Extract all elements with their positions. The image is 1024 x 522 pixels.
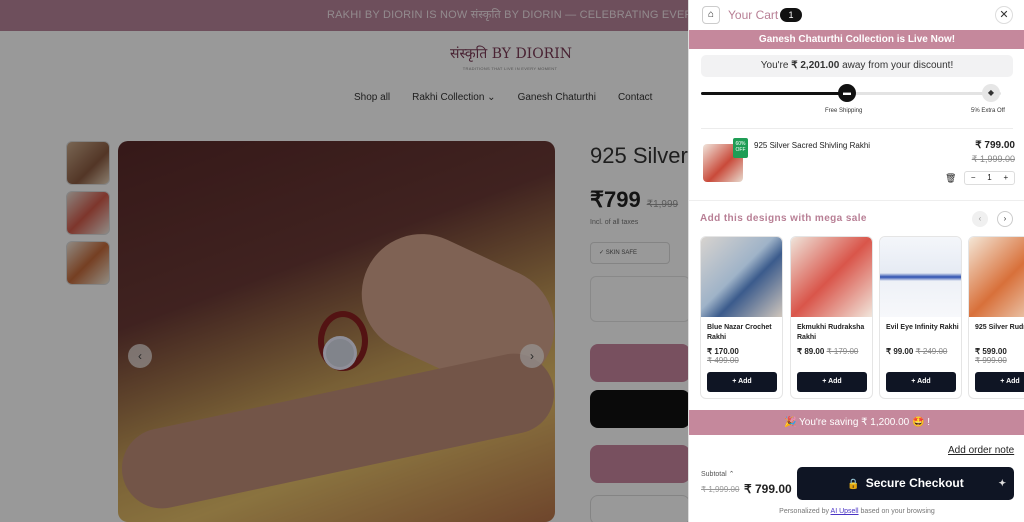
quantity-stepper: − 1 + xyxy=(964,171,1015,185)
drawer-overlay[interactable] xyxy=(0,0,688,522)
close-icon[interactable]: ✕ xyxy=(995,6,1013,24)
upsell-name: Ekmukhi Rudraksha Rakhi xyxy=(797,324,865,341)
decrease-qty-button[interactable]: − xyxy=(965,172,981,184)
upsell-add-button[interactable]: + Add xyxy=(797,372,867,392)
upsell-card[interactable]: 925 Silver Rudraksha ₹ 599.00₹ 999.00 + … xyxy=(968,236,1024,399)
upsell-price-was: ₹ 179.00 xyxy=(826,347,859,356)
cart-item-name[interactable]: 925 Silver Sacred Shivling Rakhi xyxy=(754,141,870,150)
truck-icon: ▬ xyxy=(838,84,856,102)
upsell-card[interactable]: Blue Nazar Crochet Rakhi ₹ 170.00 ₹ 499.0… xyxy=(700,236,783,399)
upsell-price-was: ₹ 249.00 xyxy=(915,347,948,356)
discount-badge: 60% OFF xyxy=(733,138,748,158)
upsell-price-now: ₹ 170.00 xyxy=(707,347,739,356)
divider xyxy=(701,128,1013,129)
milestone-free-shipping: Free Shipping xyxy=(825,108,863,114)
subtotal-toggle[interactable]: Subtotal ⌃ xyxy=(701,470,735,478)
cart-header: ⌂ Your Cart 1 ✕ xyxy=(689,0,1024,30)
upsell-name: Evil Eye Infinity Rakhi xyxy=(886,324,959,331)
upsell-add-button[interactable]: + Add xyxy=(707,372,777,392)
lock-icon: 🔒 xyxy=(847,479,860,490)
upsell-image xyxy=(880,237,961,317)
upsell-card[interactable]: Ekmukhi Rudraksha Rakhi ₹ 89.00 ₹ 179.00… xyxy=(790,236,873,399)
away-amount: ₹ 2,201.00 xyxy=(791,60,840,71)
tag-icon: ◆ xyxy=(982,84,1000,102)
increase-qty-button[interactable]: + xyxy=(998,172,1014,184)
upsell-carousel: Blue Nazar Crochet Rakhi ₹ 170.00 ₹ 499.0… xyxy=(700,236,1024,400)
footer-prefix: Personalized by xyxy=(779,508,831,515)
trash-icon[interactable]: 🗑 xyxy=(945,173,956,184)
upsell-image xyxy=(701,237,782,317)
secure-checkout-button[interactable]: 🔒 Secure Checkout ✦ xyxy=(797,467,1014,500)
upsell-price: ₹ 89.00 ₹ 179.00 xyxy=(797,347,872,356)
upsell-add-button[interactable]: + Add xyxy=(886,372,956,392)
promo-banner: Ganesh Chaturthi Collection is Live Now! xyxy=(689,30,1024,49)
quantity-value: 1 xyxy=(987,173,992,182)
upsell-name: 925 Silver Rudraksha xyxy=(975,324,1024,331)
subtotal-now: ₹ 799.00 xyxy=(744,482,792,496)
chevron-left-icon[interactable]: ‹ xyxy=(972,211,988,227)
upsell-card[interactable]: Evil Eye Infinity Rakhi ₹ 99.00 ₹ 249.00… xyxy=(879,236,962,399)
upsell-add-button[interactable]: + Add xyxy=(975,372,1024,392)
upsell-price: ₹ 99.00 ₹ 249.00 xyxy=(886,347,961,356)
upsell-price: ₹ 170.00 ₹ 499.00 xyxy=(707,347,782,365)
upsell-price-now: ₹ 599.00 xyxy=(975,347,1007,356)
divider xyxy=(689,200,1024,201)
upsell-price-now: ₹ 89.00 xyxy=(797,347,825,356)
cart-drawer: ⌂ Your Cart 1 ✕ Ganesh Chaturthi Collect… xyxy=(688,0,1024,522)
milestone-extra-off: 5% Extra Off xyxy=(971,108,1005,114)
upsell-image xyxy=(969,237,1024,317)
upsell-price-was: ₹ 499.00 xyxy=(707,356,739,365)
cart-count-badge: 1 xyxy=(780,8,802,22)
savings-banner: 🎉 You're saving ₹ 1,200.00 🤩 ! xyxy=(689,410,1024,435)
upsell-price-was: ₹ 999.00 xyxy=(975,356,1007,365)
bag-icon: ⌂ xyxy=(702,6,720,24)
sparkle-icon: ✦ xyxy=(998,478,1006,488)
chevron-right-icon[interactable]: › xyxy=(997,211,1013,227)
upsell-price-now: ₹ 99.00 xyxy=(886,347,914,356)
away-suffix: away from your discount! xyxy=(839,60,954,71)
upsell-name: Blue Nazar Crochet Rakhi xyxy=(707,324,772,341)
upsell-price: ₹ 599.00 ₹ 999.00 xyxy=(975,347,1024,365)
cart-item-price: ₹ 799.00 xyxy=(975,140,1015,151)
footer-suffix: based on your browsing xyxy=(858,508,935,515)
cart-line-item: 60% OFF 925 Silver Sacred Shivling Rakhi… xyxy=(703,138,1015,188)
upsell-heading: Add this designs with mega sale xyxy=(700,213,867,224)
subtotal-was: ₹ 1,999.00 xyxy=(701,485,740,494)
cart-item-was-price: ₹ 1,999.00 xyxy=(971,154,1015,164)
reward-progress-fill xyxy=(701,92,851,95)
upsell-image xyxy=(791,237,872,317)
ai-upsell-link[interactable]: AI Upsell xyxy=(831,508,859,515)
discount-progress-message: You're ₹ 2,201.00 away from your discoun… xyxy=(701,55,1013,77)
cart-title: Your Cart xyxy=(728,8,779,22)
add-order-note-link[interactable]: Add order note xyxy=(948,445,1014,456)
personalized-footer: Personalized by AI Upsell based on your … xyxy=(689,508,1024,515)
checkout-label: Secure Checkout xyxy=(865,476,964,490)
away-prefix: You're xyxy=(760,60,792,71)
